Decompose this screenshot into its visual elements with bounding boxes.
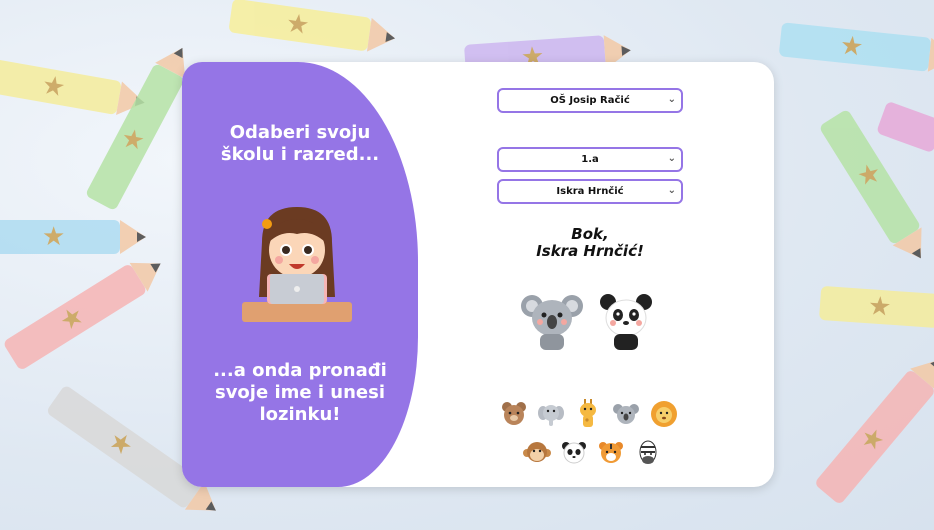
chevron-down-icon: ⌄ <box>667 94 676 105</box>
school-select[interactable]: OŠ Josip Račić ⌄ <box>497 88 683 113</box>
pencil-decoration: ★ <box>0 220 146 254</box>
selected-panda-icon[interactable] <box>594 288 658 352</box>
student-select-value: Iskra Hrnčić <box>556 186 624 197</box>
panel-footer-text: ...a onda pronađi svoje ime i unesi lozi… <box>213 360 387 425</box>
greeting: Bok, Iskra Hrnčić! <box>497 226 683 260</box>
school-select-value: OŠ Josip Račić <box>550 95 630 106</box>
class-select-value: 1.a <box>581 154 599 165</box>
chevron-down-icon: ⌄ <box>667 185 676 196</box>
selected-koala-icon[interactable] <box>520 288 584 352</box>
girl-laptop-illustration <box>242 207 352 322</box>
login-card: Odaberi svoju školu i razred... ...a ond… <box>182 62 774 487</box>
animal-monkey-icon[interactable] <box>522 439 552 467</box>
greeting-line1: Bok, <box>571 225 609 243</box>
animal-tiger-icon[interactable] <box>597 439 625 467</box>
panel-heading: Odaberi svoju školu i razred... <box>182 122 418 166</box>
panel-heading-text: Odaberi svoju školu i razred... <box>220 122 380 165</box>
animal-lion-icon[interactable] <box>649 399 679 429</box>
animal-elephant-icon[interactable] <box>537 400 565 428</box>
student-select[interactable]: Iskra Hrnčić ⌄ <box>497 179 683 204</box>
chevron-down-icon: ⌄ <box>667 153 676 164</box>
greeting-line2: Iskra Hrnčić! <box>536 242 644 260</box>
animal-koala-icon[interactable] <box>612 400 640 428</box>
panel-footer: ...a onda pronađi svoje ime i unesi lozi… <box>182 360 418 426</box>
animal-panda-icon[interactable] <box>560 439 588 467</box>
animal-bear-icon[interactable] <box>500 400 528 428</box>
animal-zebra-icon[interactable] <box>635 439 661 467</box>
animal-giraffe-icon[interactable] <box>574 398 602 428</box>
class-select[interactable]: 1.a ⌄ <box>497 147 683 172</box>
